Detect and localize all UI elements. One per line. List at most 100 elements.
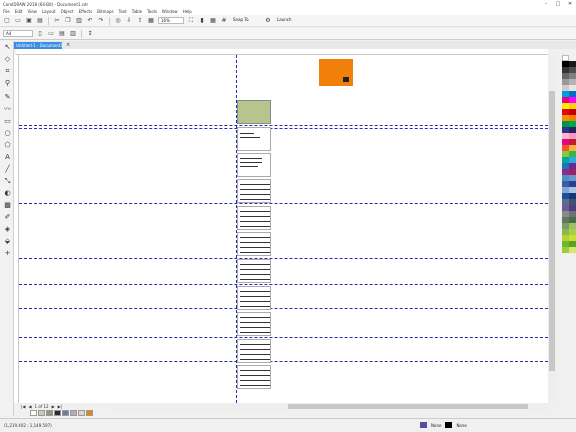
last-page-button[interactable]: ▶| xyxy=(58,403,62,410)
show-rulers-icon[interactable]: ▮ xyxy=(198,17,206,25)
units-icon[interactable]: ↕ xyxy=(86,30,94,38)
outline-color-chip[interactable] xyxy=(445,422,453,428)
snap-to-dropdown[interactable]: Snap To xyxy=(231,17,261,24)
connector-icon[interactable]: ⤡ xyxy=(3,177,12,186)
show-guides-icon[interactable]: # xyxy=(220,17,228,25)
interactive-fill-icon[interactable]: ◈ xyxy=(3,225,12,234)
close-tab-icon[interactable]: × xyxy=(66,42,70,48)
new-document-icon[interactable]: ▢ xyxy=(3,17,11,25)
horizontal-guideline[interactable] xyxy=(19,284,548,285)
color-swatch[interactable] xyxy=(62,410,69,416)
color-swatch[interactable] xyxy=(54,410,61,416)
page-thumbnail[interactable] xyxy=(237,206,271,230)
page-thumbnail[interactable] xyxy=(237,127,271,151)
parallel-dimension-icon[interactable]: ╱ xyxy=(3,165,12,174)
smart-fill-icon[interactable]: ⬙ xyxy=(3,237,12,246)
freehand-tool-icon[interactable]: ✎ xyxy=(3,93,12,102)
paste-icon[interactable]: ▥ xyxy=(75,17,83,25)
menu-view[interactable]: View xyxy=(27,9,37,14)
page-thumbnail[interactable] xyxy=(237,153,271,177)
page-thumbnail[interactable] xyxy=(237,339,271,363)
save-icon[interactable]: ▣ xyxy=(25,17,33,25)
search-content-icon[interactable]: ◎ xyxy=(114,17,122,25)
color-swatch[interactable] xyxy=(70,410,77,416)
menu-help[interactable]: Help xyxy=(183,9,192,14)
menu-layout[interactable]: Layout xyxy=(42,9,56,14)
copy-icon[interactable]: ❐ xyxy=(64,17,72,25)
pick-tool-icon[interactable]: ↖ xyxy=(3,43,12,52)
next-page-button[interactable]: ▶ xyxy=(52,403,55,410)
polygon-tool-icon[interactable]: ⬠ xyxy=(3,141,12,150)
export-icon[interactable]: ⇧ xyxy=(136,17,144,25)
undo-icon[interactable]: ↶ xyxy=(86,17,94,25)
page-thumbnail[interactable] xyxy=(237,312,271,336)
color-swatch[interactable] xyxy=(562,247,569,253)
eyedropper-icon[interactable]: ✐ xyxy=(3,213,12,222)
crop-tool-icon[interactable]: ⌗ xyxy=(3,67,12,76)
scroll-thumb[interactable] xyxy=(288,404,528,409)
document-tab[interactable]: Untitled-1 - Document1 xyxy=(14,42,62,49)
menu-window[interactable]: Window xyxy=(162,9,178,14)
current-page-icon[interactable]: ▥ xyxy=(69,30,77,38)
open-icon[interactable]: ▭ xyxy=(14,17,22,25)
menu-table[interactable]: Table xyxy=(132,9,142,14)
horizontal-guideline[interactable] xyxy=(19,308,548,309)
shape-tool-icon[interactable]: ◇ xyxy=(3,55,12,64)
menu-bitmaps[interactable]: Bitmaps xyxy=(97,9,113,14)
horizontal-scrollbar[interactable] xyxy=(110,403,548,410)
redo-icon[interactable]: ↷ xyxy=(97,17,105,25)
page-thumbnail[interactable] xyxy=(237,259,271,283)
menu-file[interactable]: File xyxy=(3,9,10,14)
text-tool-icon[interactable]: A xyxy=(3,153,12,162)
zoom-level-field[interactable]: 16% xyxy=(158,17,184,24)
horizontal-guideline[interactable] xyxy=(19,258,548,259)
transparency-icon[interactable]: ▩ xyxy=(3,201,12,210)
color-swatch[interactable] xyxy=(569,247,576,253)
options-gear-icon[interactable]: ⚙ xyxy=(264,17,272,25)
previous-page-button[interactable]: ◀ xyxy=(28,403,31,410)
horizontal-guideline[interactable] xyxy=(19,125,548,126)
first-page-button[interactable]: |◀ xyxy=(21,403,25,410)
show-grid-icon[interactable]: ▦ xyxy=(209,17,217,25)
orange-object[interactable] xyxy=(319,59,353,86)
menu-effects[interactable]: Effects xyxy=(79,9,93,14)
menu-object[interactable]: Object xyxy=(61,9,74,14)
menu-text[interactable]: Text xyxy=(119,9,127,14)
blend-icon[interactable]: ◐ xyxy=(3,189,12,198)
publish-pdf-icon[interactable]: ▦ xyxy=(147,17,155,25)
scroll-thumb[interactable] xyxy=(549,91,555,371)
landscape-icon[interactable]: ▭ xyxy=(47,30,55,38)
ellipse-tool-icon[interactable]: ○ xyxy=(3,129,12,138)
color-swatch[interactable] xyxy=(86,410,93,416)
zoom-tool-icon[interactable]: ⚲ xyxy=(3,79,12,88)
color-swatch[interactable] xyxy=(46,410,53,416)
maximize-button[interactable]: □ xyxy=(552,0,564,8)
color-swatch[interactable] xyxy=(78,410,85,416)
fill-color-chip[interactable] xyxy=(420,422,427,428)
launch-dropdown[interactable]: Launch xyxy=(275,17,301,24)
horizontal-guideline[interactable] xyxy=(19,337,548,338)
horizontal-guideline[interactable] xyxy=(19,203,548,204)
import-icon[interactable]: ⇩ xyxy=(125,17,133,25)
close-button[interactable]: ✕ xyxy=(564,0,576,8)
page-thumbnail[interactable] xyxy=(237,232,271,256)
all-pages-icon[interactable]: ▤ xyxy=(58,30,66,38)
rectangle-tool-icon[interactable]: ▭ xyxy=(3,117,12,126)
vertical-scrollbar[interactable] xyxy=(548,55,556,403)
page-thumbnail[interactable] xyxy=(237,286,271,310)
menu-tools[interactable]: Tools xyxy=(147,9,157,14)
page-thumbnail[interactable] xyxy=(237,100,271,124)
portrait-icon[interactable]: ▯ xyxy=(36,30,44,38)
color-swatch[interactable] xyxy=(38,410,45,416)
full-screen-icon[interactable]: ⛶ xyxy=(187,17,195,25)
minimize-button[interactable]: – xyxy=(540,0,552,8)
color-swatch[interactable] xyxy=(30,410,37,416)
horizontal-guideline[interactable] xyxy=(19,128,548,129)
horizontal-guideline[interactable] xyxy=(19,361,548,362)
page-thumbnail[interactable] xyxy=(237,179,271,203)
drawing-canvas[interactable] xyxy=(19,55,548,403)
add-tool-icon[interactable]: + xyxy=(3,249,12,258)
artistic-media-icon[interactable]: 〰 xyxy=(3,105,12,114)
cut-icon[interactable]: ✂ xyxy=(53,17,61,25)
print-icon[interactable]: ▤ xyxy=(36,17,44,25)
